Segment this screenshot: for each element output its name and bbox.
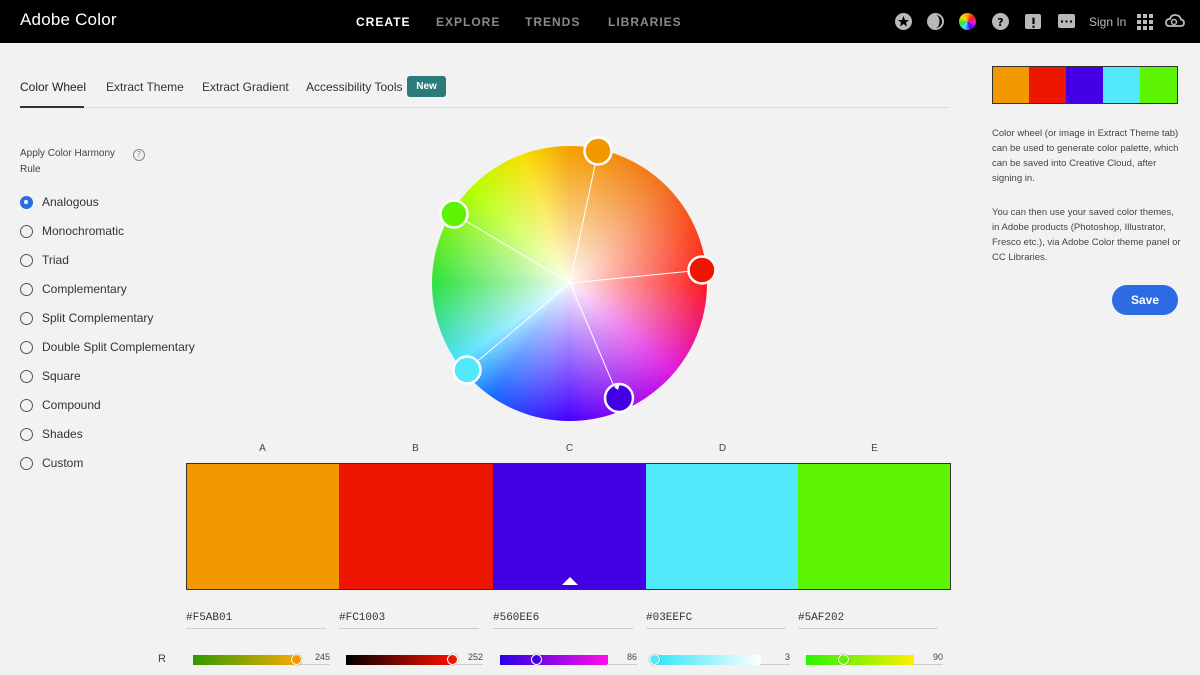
r-value-b[interactable]: 252	[453, 652, 483, 665]
mini-swatch-d	[1103, 66, 1141, 104]
color-wheel[interactable]	[432, 136, 717, 421]
harmony-rule-label: Custom	[42, 456, 84, 470]
mini-swatch-e	[1140, 66, 1178, 104]
wheel-handle-e[interactable]	[439, 199, 469, 229]
panel-text-intro: Color wheel (or image in Extract Theme t…	[992, 128, 1179, 184]
nav-explore[interactable]: EXPLORE	[436, 15, 500, 29]
radio-button[interactable]	[20, 254, 33, 267]
swatch-letter-e: E	[871, 443, 878, 454]
channel-label-r: R	[158, 653, 166, 665]
tabs-divider	[20, 107, 950, 108]
swatch-letter-c: C	[565, 443, 574, 454]
nav-trends[interactable]: TRENDS	[525, 15, 580, 29]
wheel-handle-d[interactable]	[452, 355, 482, 385]
tab-extract-gradient[interactable]: Extract Gradient	[202, 80, 289, 94]
harmony-rule-label: Monochromatic	[42, 224, 125, 238]
tab-extract-theme[interactable]: Extract Theme	[106, 80, 184, 94]
radio-button[interactable]	[20, 225, 33, 238]
harmony-rule-label: Split Complementary	[42, 311, 154, 325]
chat-icon[interactable]	[1058, 14, 1075, 28]
harmony-rule-label: Square	[42, 369, 81, 383]
r-value-a[interactable]: 245	[300, 652, 330, 665]
new-badge: New	[407, 76, 446, 97]
harmony-lines	[453, 150, 703, 399]
radio-button[interactable]	[20, 428, 33, 441]
swatch-a[interactable]	[186, 463, 340, 590]
help-icon[interactable]: ?	[992, 13, 1009, 30]
hex-input-a[interactable]: #F5AB01	[186, 612, 326, 629]
r-slider-d[interactable]	[649, 654, 761, 665]
radio-button[interactable]	[20, 399, 33, 412]
r-slider-a[interactable]	[193, 654, 302, 665]
hex-input-e[interactable]: #5AF202	[798, 612, 938, 629]
swatch-d[interactable]	[646, 463, 798, 590]
hex-input-d[interactable]: #03EEFC	[646, 612, 786, 629]
hex-input-b[interactable]: #FC1003	[339, 612, 479, 629]
tab-color-wheel[interactable]: Color Wheel	[20, 80, 86, 94]
swatch-letter-a: A	[259, 443, 266, 454]
r-value-d[interactable]: 3	[760, 652, 790, 665]
mini-swatch-c	[1066, 66, 1104, 104]
slider-knob[interactable]	[531, 654, 542, 665]
harmony-rule-label: Compound	[42, 398, 101, 412]
mini-swatch-b	[1029, 66, 1067, 104]
r-value-e[interactable]: 90	[913, 652, 943, 665]
sign-in-link[interactable]: Sign In	[1089, 15, 1126, 29]
wheel-handle-b[interactable]	[687, 255, 717, 285]
save-button[interactable]: Save	[1112, 285, 1178, 315]
swatch-c[interactable]	[493, 463, 646, 590]
r-slider-e[interactable]	[806, 654, 914, 665]
wheel-handle-c-base[interactable]	[603, 382, 635, 414]
apps-grid-icon[interactable]	[1137, 14, 1153, 30]
radio-button[interactable]	[20, 370, 33, 383]
harmony-rule-label: Triad	[42, 253, 69, 267]
nav-libraries[interactable]: LIBRARIES	[608, 15, 682, 29]
mini-swatch-a	[992, 66, 1030, 104]
hex-input-c[interactable]: #560EE6	[493, 612, 633, 629]
radio-button[interactable]	[20, 312, 33, 325]
slider-knob[interactable]	[649, 654, 660, 665]
wheel-handle-a[interactable]	[583, 136, 613, 166]
radio-button[interactable]	[20, 196, 33, 209]
base-swatch-triangle-icon	[562, 577, 578, 585]
r-value-c[interactable]: 86	[607, 652, 637, 665]
feedback-icon[interactable]	[1025, 14, 1041, 29]
color-wheel-icon[interactable]	[959, 13, 976, 30]
swatch-letter-b: B	[412, 443, 419, 454]
slider-knob[interactable]	[838, 654, 849, 665]
active-tab-indicator	[20, 106, 84, 108]
star-icon[interactable]	[895, 13, 912, 30]
radio-button[interactable]	[20, 341, 33, 354]
top-bar: Adobe Color CREATE EXPLORE TRENDS LIBRAR…	[0, 0, 1200, 43]
r-slider-c[interactable]	[500, 654, 608, 665]
moon-icon[interactable]	[927, 13, 944, 30]
radio-button[interactable]	[20, 283, 33, 296]
swatch-letter-d: D	[718, 443, 727, 454]
radio-button[interactable]	[20, 457, 33, 470]
svg-text:?: ?	[997, 16, 1003, 29]
nav-create[interactable]: CREATE	[356, 15, 410, 29]
creative-cloud-icon[interactable]	[1165, 13, 1185, 30]
panel-text-usage: You can then use your saved color themes…	[992, 207, 1181, 263]
swatch-e[interactable]	[798, 463, 951, 590]
harmony-rule-title: Apply Color Harmony Rule	[20, 148, 116, 175]
r-slider-b[interactable]	[346, 654, 458, 665]
app-title[interactable]: Adobe Color	[20, 10, 117, 30]
harmony-rule-label: Shades	[42, 427, 83, 441]
harmony-rule-label: Analogous	[42, 195, 99, 209]
tab-accessibility-tools[interactable]: Accessibility Tools	[306, 80, 402, 94]
harmony-rule-label: Complementary	[42, 282, 127, 296]
question-icon[interactable]: ?	[133, 149, 145, 161]
swatch-b[interactable]	[339, 463, 493, 590]
harmony-rule-label: Double Split Complementary	[42, 340, 195, 354]
